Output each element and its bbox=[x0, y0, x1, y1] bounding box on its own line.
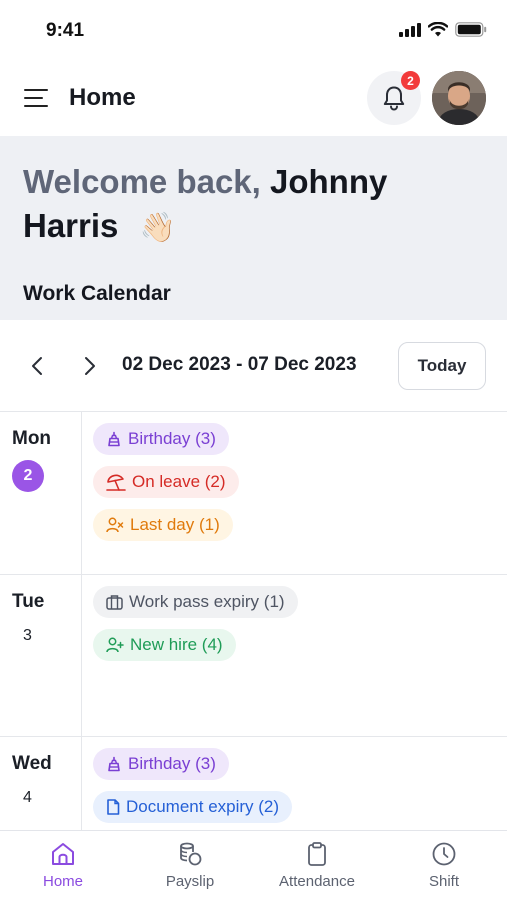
briefcase-icon bbox=[106, 595, 123, 610]
menu-button[interactable] bbox=[22, 86, 50, 110]
day-number-selected[interactable]: 2 bbox=[12, 460, 44, 492]
day-row-wed: Wed 4 Birthday (3) Document expiry (2) bbox=[0, 737, 507, 830]
battery-icon bbox=[455, 22, 487, 37]
document-icon bbox=[107, 799, 120, 815]
notification-badge: 2 bbox=[401, 71, 420, 90]
cake-icon bbox=[108, 431, 120, 447]
day-column: Tue 3 bbox=[0, 575, 82, 736]
page-title: Home bbox=[69, 84, 136, 111]
nav-label: Shift bbox=[428, 873, 459, 890]
event-chip-new-hire[interactable]: New hire (4) bbox=[93, 629, 236, 661]
day-column: Wed 4 bbox=[0, 737, 82, 830]
nav-label: Attendance bbox=[279, 873, 355, 890]
day-number[interactable]: 4 bbox=[23, 789, 32, 807]
event-label: Birthday (3) bbox=[128, 429, 216, 448]
day-events: Birthday (3) On leave (2) Last day (1) bbox=[93, 423, 239, 541]
event-chip-birthday[interactable]: Birthday (3) bbox=[93, 748, 229, 780]
event-label: On leave (2) bbox=[132, 472, 226, 491]
day-row-tue: Tue 3 Work pass expiry (1) New hire (4) bbox=[0, 575, 507, 737]
avatar[interactable] bbox=[432, 71, 486, 125]
nav-item-home[interactable]: Home bbox=[0, 831, 126, 900]
app-header: Home 2 bbox=[0, 62, 507, 136]
status-bar: 9:41 bbox=[0, 0, 507, 62]
profile-photo bbox=[432, 71, 486, 125]
event-chip-birthday[interactable]: Birthday (3) bbox=[93, 423, 229, 455]
wave-icon: 👋🏻 bbox=[139, 212, 176, 244]
welcome-heading: Welcome back, Johnny Harris 👋🏻 bbox=[23, 160, 483, 250]
calendar-body: Mon 2 Birthday (3) On leave (2) Last day… bbox=[0, 412, 507, 830]
day-row-mon: Mon 2 Birthday (3) On leave (2) Last day… bbox=[0, 412, 507, 575]
event-chip-work-pass-expiry[interactable]: Work pass expiry (1) bbox=[93, 586, 298, 618]
day-events: Birthday (3) Document expiry (2) bbox=[93, 748, 293, 823]
event-label: Document expiry (2) bbox=[126, 797, 280, 816]
event-label: Work pass expiry (1) bbox=[129, 592, 285, 611]
menu-icon bbox=[24, 89, 48, 92]
nav-label: Payslip bbox=[165, 873, 215, 890]
date-range: 02 Dec 2023 - 07 Dec 2023 bbox=[122, 354, 357, 375]
bell-icon bbox=[383, 86, 405, 111]
event-label: Birthday (3) bbox=[128, 754, 216, 773]
user-remove-icon bbox=[106, 517, 124, 533]
status-icons bbox=[399, 22, 487, 37]
day-number[interactable]: 3 bbox=[23, 627, 32, 645]
clock-icon bbox=[432, 842, 456, 866]
today-button[interactable]: Today bbox=[398, 342, 486, 390]
day-events: Work pass expiry (1) New hire (4) bbox=[93, 586, 298, 661]
cake-icon bbox=[108, 756, 120, 772]
nav-item-payslip[interactable]: Payslip bbox=[127, 831, 253, 900]
chevron-right-icon bbox=[85, 357, 95, 375]
day-name: Tue bbox=[12, 591, 45, 612]
user-add-icon bbox=[106, 637, 124, 653]
nav-item-attendance[interactable]: Attendance bbox=[254, 831, 380, 900]
day-column: Mon 2 bbox=[0, 412, 82, 574]
welcome-section: Welcome back, Johnny Harris 👋🏻 Work Cale… bbox=[0, 136, 507, 320]
event-chip-on-leave[interactable]: On leave (2) bbox=[93, 466, 239, 498]
chevron-left-icon bbox=[32, 357, 42, 375]
event-label: Last day (1) bbox=[130, 515, 220, 534]
previous-week-button[interactable] bbox=[25, 354, 49, 378]
day-name: Wed bbox=[12, 753, 52, 774]
next-week-button[interactable] bbox=[78, 354, 102, 378]
home-icon bbox=[52, 843, 74, 865]
event-chip-last-day[interactable]: Last day (1) bbox=[93, 509, 233, 541]
coins-icon bbox=[180, 842, 202, 866]
welcome-prefix: Welcome back, bbox=[23, 163, 261, 200]
beach-umbrella-icon bbox=[106, 474, 126, 491]
nav-label: Home bbox=[42, 873, 83, 890]
event-label: New hire (4) bbox=[130, 635, 223, 654]
signal-icon bbox=[399, 22, 421, 37]
day-name: Mon bbox=[12, 428, 52, 449]
nav-item-shift[interactable]: Shift bbox=[381, 831, 507, 900]
bottom-navigation: Home Payslip Attendance Shift bbox=[0, 830, 507, 900]
wifi-icon bbox=[428, 22, 448, 37]
event-chip-document-expiry[interactable]: Document expiry (2) bbox=[93, 791, 293, 823]
work-calendar-title: Work Calendar bbox=[23, 282, 171, 305]
calendar-navigation: 02 Dec 2023 - 07 Dec 2023 Today bbox=[0, 320, 507, 412]
status-time: 9:41 bbox=[46, 20, 85, 41]
clipboard-icon bbox=[308, 842, 326, 866]
